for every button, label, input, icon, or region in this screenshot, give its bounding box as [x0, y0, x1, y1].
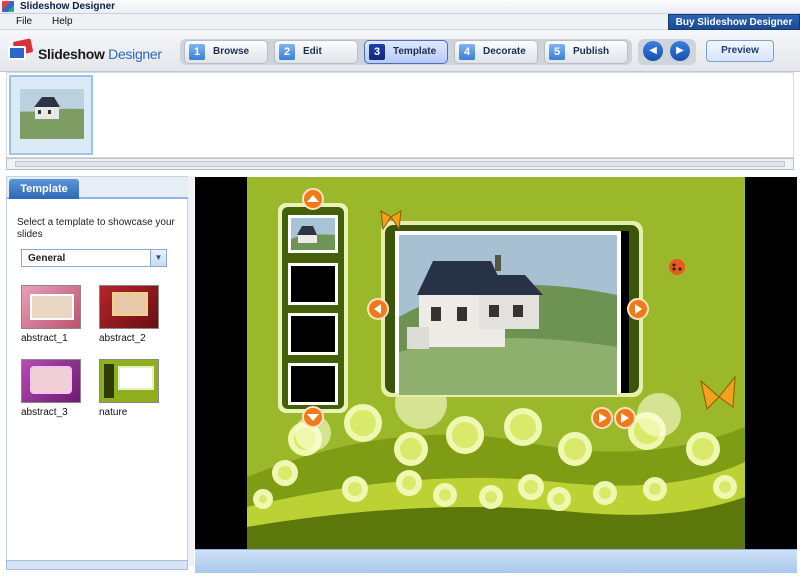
chevron-down-icon[interactable]: ▼	[150, 250, 166, 266]
template-preview	[21, 359, 81, 403]
step-label: Publish	[573, 46, 610, 57]
template-item-abstract-1[interactable]: abstract_1	[21, 285, 95, 344]
title-bar: Slideshow Designer	[0, 0, 800, 14]
template-name: nature	[99, 407, 128, 418]
slide-filmstrip	[6, 72, 794, 158]
step-label: Browse	[213, 46, 250, 57]
chevron-left-icon[interactable]: ◀	[643, 41, 663, 61]
template-name: abstract_1	[21, 333, 68, 344]
toolbar: Slideshow Designer 1 Browse 2 Edit 3 Tem…	[0, 30, 800, 72]
menu-help[interactable]: Help	[52, 16, 73, 27]
app-icon	[2, 1, 14, 12]
template-item-abstract-2[interactable]: abstract_2	[99, 285, 173, 344]
template-preview	[99, 359, 159, 403]
template-description: Select a template to showcase your slide…	[17, 217, 175, 240]
template-item-abstract-3[interactable]: abstract_3	[21, 359, 95, 418]
step-number: 2	[279, 44, 295, 60]
step-number: 5	[549, 44, 565, 60]
step-label: Template	[393, 46, 437, 57]
step-number: 1	[189, 44, 205, 60]
slide-thumbnail[interactable]	[9, 75, 93, 155]
template-panel: Template Select a template to showcase y…	[6, 176, 189, 566]
app-logo: Slideshow Designer	[8, 36, 168, 68]
panel-tab-strip: Template	[7, 177, 189, 199]
template-preview	[99, 285, 159, 329]
buy-button[interactable]: Buy Slideshow Designer	[668, 14, 800, 30]
menu-file[interactable]: File	[16, 16, 32, 27]
template-preview-stage	[195, 177, 797, 549]
template-canvas	[247, 177, 745, 549]
template-name: abstract_3	[21, 407, 68, 418]
step-navigation: 1 Browse 2 Edit 3 Template 4 Decorate 5 …	[180, 39, 632, 65]
category-select[interactable]: General ▼	[21, 249, 167, 267]
logo-text: Slideshow Designer	[38, 46, 162, 62]
category-value: General	[28, 253, 66, 264]
house-photo-thumbnail	[20, 89, 84, 139]
step-publish[interactable]: 5 Publish	[544, 40, 628, 64]
step-number: 3	[369, 44, 385, 60]
template-name: abstract_2	[99, 333, 146, 344]
step-number: 4	[459, 44, 475, 60]
panel-splitter[interactable]	[188, 176, 194, 566]
template-preview	[21, 285, 81, 329]
preview-button[interactable]: Preview	[706, 40, 774, 62]
template-item-nature[interactable]: nature	[99, 359, 173, 418]
panel-scrollbar[interactable]	[6, 560, 188, 570]
step-label: Decorate	[483, 46, 526, 57]
tab-template[interactable]: Template	[9, 179, 79, 199]
logo-icon	[8, 38, 34, 62]
window-title: Slideshow Designer	[20, 1, 116, 12]
step-template[interactable]: 3 Template	[364, 40, 448, 64]
step-label: Edit	[303, 46, 322, 57]
stage-bottom-bar	[195, 549, 797, 573]
filmstrip-scrollbar[interactable]	[6, 158, 794, 170]
step-decorate[interactable]: 4 Decorate	[454, 40, 538, 64]
step-edit[interactable]: 2 Edit	[274, 40, 358, 64]
step-browse[interactable]: 1 Browse	[184, 40, 268, 64]
chevron-right-icon[interactable]: ▶	[670, 41, 690, 61]
scroll-thumb[interactable]	[15, 161, 785, 167]
